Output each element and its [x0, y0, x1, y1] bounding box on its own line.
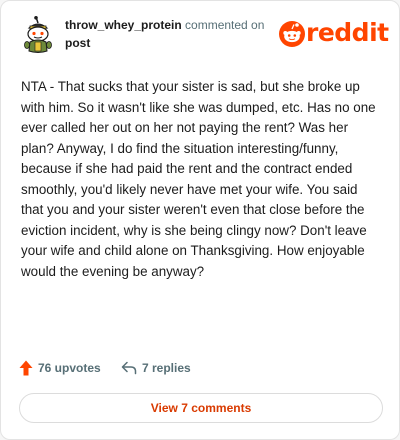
post-link[interactable]: post: [65, 34, 291, 52]
replies-button[interactable]: 7 replies: [121, 357, 191, 379]
comment-meta: throw_whey_protein commented on post: [65, 16, 291, 52]
username-link[interactable]: throw_whey_protein: [65, 18, 182, 32]
comment-actions: 76 upvotes 7 replies: [19, 357, 379, 379]
upvote-count: 76 upvotes: [38, 361, 101, 375]
view-comments-button[interactable]: View 7 comments: [19, 393, 383, 423]
upvote-button[interactable]: 76 upvotes: [19, 357, 101, 379]
comment-body-text: NTA - That sucks that your sister is sad…: [21, 79, 376, 279]
reddit-snoo-icon: [279, 21, 305, 47]
reddit-logo[interactable]: reddit: [279, 18, 389, 49]
reply-arrow-icon: [121, 361, 137, 375]
comment-card: throw_whey_protein commented on post red…: [0, 0, 400, 440]
reply-count: 7 replies: [142, 361, 191, 375]
commented-on-text: commented on: [185, 18, 265, 32]
comment-header: throw_whey_protein commented on post red…: [17, 13, 389, 57]
upvote-arrow-icon: [19, 360, 33, 376]
user-avatar-icon[interactable]: [21, 16, 55, 54]
reddit-wordmark: reddit: [306, 18, 389, 47]
